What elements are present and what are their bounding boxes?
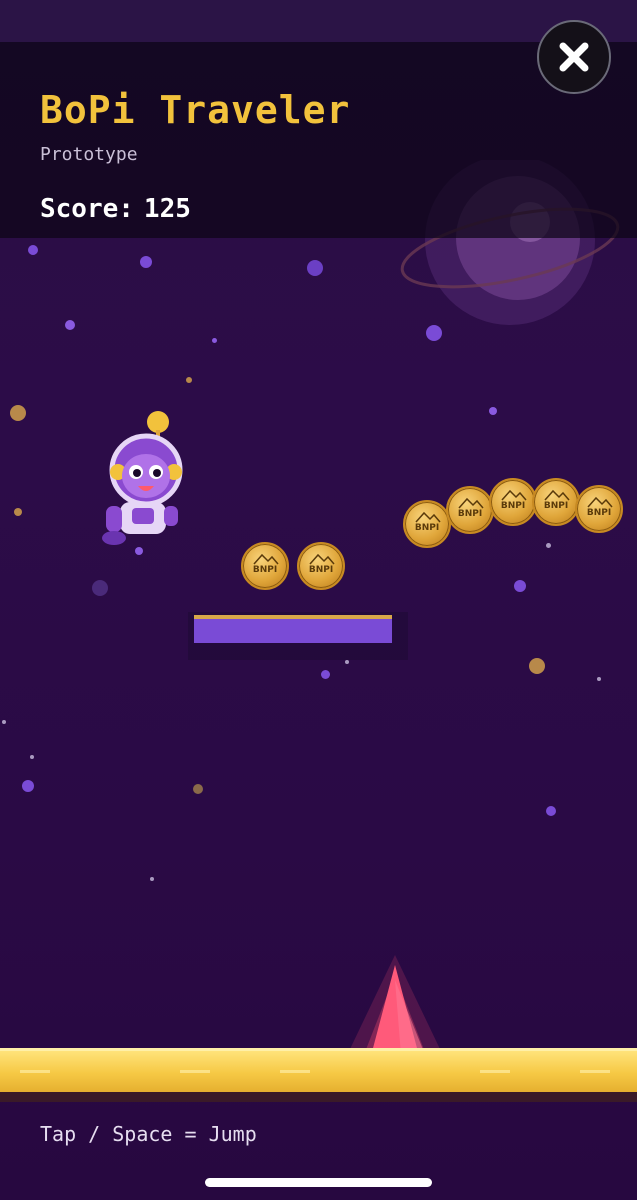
- star: [514, 580, 526, 592]
- close-button[interactable]: [537, 20, 611, 94]
- coin: BNPI: [403, 500, 451, 548]
- ground-stripe: [20, 1070, 50, 1073]
- star: [212, 338, 217, 343]
- game-subtitle: Prototype: [40, 144, 138, 165]
- star: [65, 320, 75, 330]
- game-title: BoPi Traveler: [40, 88, 351, 132]
- star: [14, 508, 22, 516]
- star: [307, 260, 323, 276]
- star: [140, 256, 152, 268]
- score-value: 125: [143, 194, 191, 224]
- star: [597, 677, 601, 681]
- star: [10, 405, 26, 421]
- coin: BNPI: [241, 542, 289, 590]
- star: [22, 780, 34, 792]
- ground-stripe: [580, 1070, 610, 1073]
- star: [150, 877, 154, 881]
- controls-hint: Tap / Space = Jump: [40, 1122, 257, 1146]
- star: [193, 784, 203, 794]
- coin: BNPI: [446, 486, 494, 534]
- ground-stripe: [180, 1070, 210, 1073]
- score-display: Score: 125: [40, 194, 201, 224]
- star: [30, 755, 34, 759]
- star: [546, 543, 551, 548]
- coin: BNPI: [489, 478, 537, 526]
- star: [529, 658, 545, 674]
- star: [2, 720, 6, 724]
- star: [321, 670, 330, 679]
- star: [489, 407, 497, 415]
- coin: BNPI: [532, 478, 580, 526]
- home-indicator[interactable]: [205, 1178, 432, 1187]
- ground-stripe: [480, 1070, 510, 1073]
- floating-platform: [194, 615, 392, 643]
- coin: BNPI: [575, 485, 623, 533]
- ground: [0, 1048, 637, 1095]
- star: [345, 660, 349, 664]
- close-icon: [559, 42, 589, 72]
- ground-stripe: [280, 1070, 310, 1073]
- star: [28, 245, 38, 255]
- star: [92, 580, 108, 596]
- ground-shadow: [0, 1092, 637, 1102]
- star: [546, 806, 556, 816]
- coin: BNPI: [297, 542, 345, 590]
- star: [186, 377, 192, 383]
- astronaut-character: [102, 411, 183, 545]
- score-label: Score:: [40, 194, 134, 224]
